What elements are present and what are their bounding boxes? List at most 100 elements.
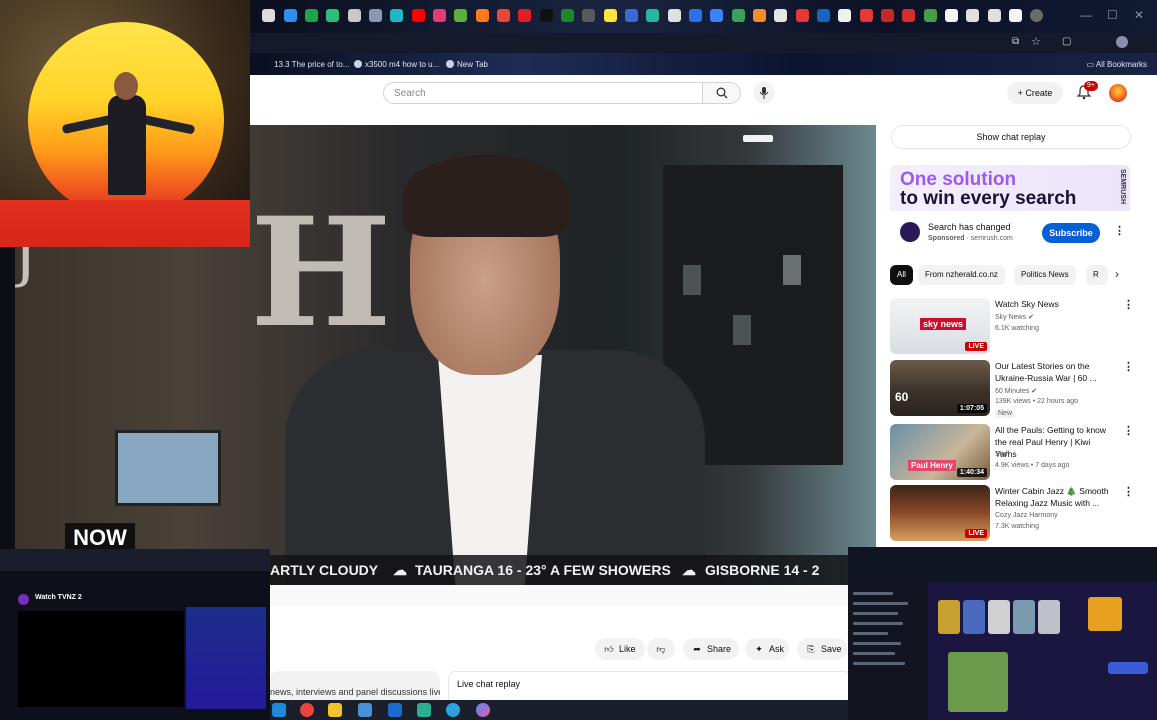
tab-favicon[interactable] (646, 9, 659, 22)
video-title[interactable]: Watch Sky News (995, 298, 1113, 310)
profile-icon[interactable] (1116, 36, 1128, 48)
tab-favicon[interactable] (476, 9, 489, 22)
search-button[interactable] (703, 82, 741, 104)
tab-favicon[interactable] (284, 9, 297, 22)
tab-favicon[interactable] (390, 9, 403, 22)
bookmark-item[interactable]: New Tab (446, 60, 488, 69)
all-bookmarks[interactable]: ▭ All Bookmarks (1087, 60, 1147, 69)
tab-favicon[interactable] (497, 9, 510, 22)
save-button[interactable]: ⎘ Save (797, 638, 847, 660)
channel-name[interactable]: Cozy Jazz Harmony (995, 512, 1058, 519)
video-thumbnail[interactable]: 60 1:07:05 (890, 360, 990, 416)
tab-favicon[interactable] (540, 9, 553, 22)
tab-favicon[interactable] (262, 9, 275, 22)
dislike-button[interactable]: 👎︎ (647, 638, 675, 660)
tab-favicon[interactable] (369, 9, 382, 22)
media-tile[interactable] (1088, 597, 1122, 631)
chip-all[interactable]: All (890, 265, 913, 285)
tab-favicon[interactable] (902, 9, 915, 22)
address-bar[interactable]: ⧉ ☆ ▢ (250, 33, 1157, 53)
search-input[interactable]: Search (383, 82, 703, 104)
tab-favicon[interactable] (796, 9, 809, 22)
media-tile[interactable] (963, 600, 985, 634)
ask-button[interactable]: ✦ Ask (745, 638, 789, 660)
channel-name[interactable]: Sky News ✔ (995, 313, 1034, 321)
video-thumbnail[interactable]: LIVE (890, 485, 990, 541)
live-chat-title[interactable]: Live chat replay (457, 679, 520, 689)
tab-favicon[interactable] (838, 9, 851, 22)
extensions-icon[interactable]: ▢ (1062, 36, 1071, 47)
outlook-icon[interactable] (388, 703, 402, 717)
chip-politics-news[interactable]: Politics News (1014, 265, 1076, 285)
more-options-icon[interactable]: ⋮ (1123, 298, 1134, 311)
bookmark-item[interactable]: x3500 m4 how to u... (354, 60, 439, 69)
bookmark-star-icon[interactable]: ☆ (1031, 35, 1041, 48)
tab-favicon[interactable] (348, 9, 361, 22)
media-tile[interactable] (938, 600, 960, 634)
chip-more[interactable]: R (1086, 265, 1108, 285)
cast-icon[interactable]: ⧉ (1012, 36, 1019, 47)
close-icon[interactable]: ✕ (1134, 8, 1144, 22)
tab-favicon[interactable] (561, 9, 574, 22)
video-title[interactable]: Our Latest Stories on the Ukraine-Russia… (995, 360, 1113, 384)
share-button[interactable]: ➦ Share (683, 638, 739, 660)
media-photo[interactable] (948, 652, 1008, 712)
edge-icon[interactable] (272, 703, 286, 717)
channel-name[interactable]: Stuff (995, 451, 1009, 458)
show-chat-replay-button[interactable]: Show chat replay (891, 125, 1131, 149)
telegram-icon[interactable] (446, 703, 460, 717)
account-avatar[interactable] (1109, 84, 1127, 102)
copilot-icon[interactable] (476, 703, 490, 717)
more-options-icon[interactable]: ⋮ (1123, 360, 1134, 373)
tab-favicon[interactable] (860, 9, 873, 22)
tab-favicon[interactable] (412, 9, 425, 22)
tab-favicon[interactable] (774, 9, 787, 22)
tab-favicon[interactable] (710, 9, 723, 22)
ad-subscribe-button[interactable]: Subscribe (1042, 223, 1100, 243)
tab-favicon[interactable] (988, 9, 1001, 22)
chip-from-nzherald[interactable]: From nzherald.co.nz (918, 265, 1005, 285)
tab-favicon[interactable] (924, 9, 937, 22)
tab-favicon[interactable] (604, 9, 617, 22)
create-button[interactable]: + Create (1007, 82, 1063, 104)
chrome-icon[interactable] (300, 703, 314, 717)
tab-favicon[interactable] (454, 9, 467, 22)
more-options-icon[interactable]: ⋮ (1123, 424, 1134, 437)
more-options-icon[interactable]: ⋮ (1114, 224, 1125, 237)
tab-favicon[interactable] (732, 9, 745, 22)
tab-favicon[interactable] (1009, 9, 1022, 22)
tab-favicon[interactable] (1030, 9, 1043, 22)
tab-favicon[interactable] (881, 9, 894, 22)
tab-favicon[interactable] (433, 9, 446, 22)
bookmark-item[interactable]: 13.3 The price of to... (274, 60, 349, 69)
media-tile[interactable] (1038, 600, 1060, 634)
calculator-icon[interactable] (358, 703, 372, 717)
media-tile[interactable] (988, 600, 1010, 634)
media-tile[interactable] (1013, 600, 1035, 634)
like-button[interactable]: 👍︎ Like (595, 638, 645, 660)
tab-favicon[interactable] (582, 9, 595, 22)
tab-favicon[interactable] (625, 9, 638, 22)
voice-search-button[interactable] (753, 82, 775, 104)
chevron-right-icon[interactable]: › (1115, 267, 1119, 281)
more-options-icon[interactable]: ⋮ (1123, 485, 1134, 498)
app-icon[interactable] (417, 703, 431, 717)
recommendation-item[interactable]: Paul Henry 1:40:34 All the Pauls: Gettin… (890, 424, 1135, 482)
tab-favicon[interactable] (518, 9, 531, 22)
video-thumbnail[interactable]: sky news LIVE (890, 298, 990, 354)
tab-favicon[interactable] (326, 9, 339, 22)
secondary-video[interactable] (18, 611, 184, 707)
minimize-icon[interactable]: — (1080, 8, 1092, 22)
ad-banner[interactable]: One solution to win every search SEMRUSH (890, 165, 1130, 211)
maximize-icon[interactable]: ☐ (1107, 8, 1118, 22)
recommendation-item[interactable]: LIVE Winter Cabin Jazz 🎄 Smooth Relaxing… (890, 485, 1135, 543)
recommendation-item[interactable]: 60 1:07:05 Our Latest Stories on the Ukr… (890, 360, 1135, 418)
tab-favicon[interactable] (689, 9, 702, 22)
video-title[interactable]: Winter Cabin Jazz 🎄 Smooth Relaxing Jazz… (995, 485, 1113, 509)
tab-favicon[interactable] (753, 9, 766, 22)
video-title[interactable]: All the Pauls: Getting to know the real … (995, 424, 1113, 460)
video-thumbnail[interactable]: Paul Henry 1:40:34 (890, 424, 990, 480)
file-explorer-icon[interactable] (328, 703, 342, 717)
tab-favicon[interactable] (945, 9, 958, 22)
tab-favicon[interactable] (305, 9, 318, 22)
